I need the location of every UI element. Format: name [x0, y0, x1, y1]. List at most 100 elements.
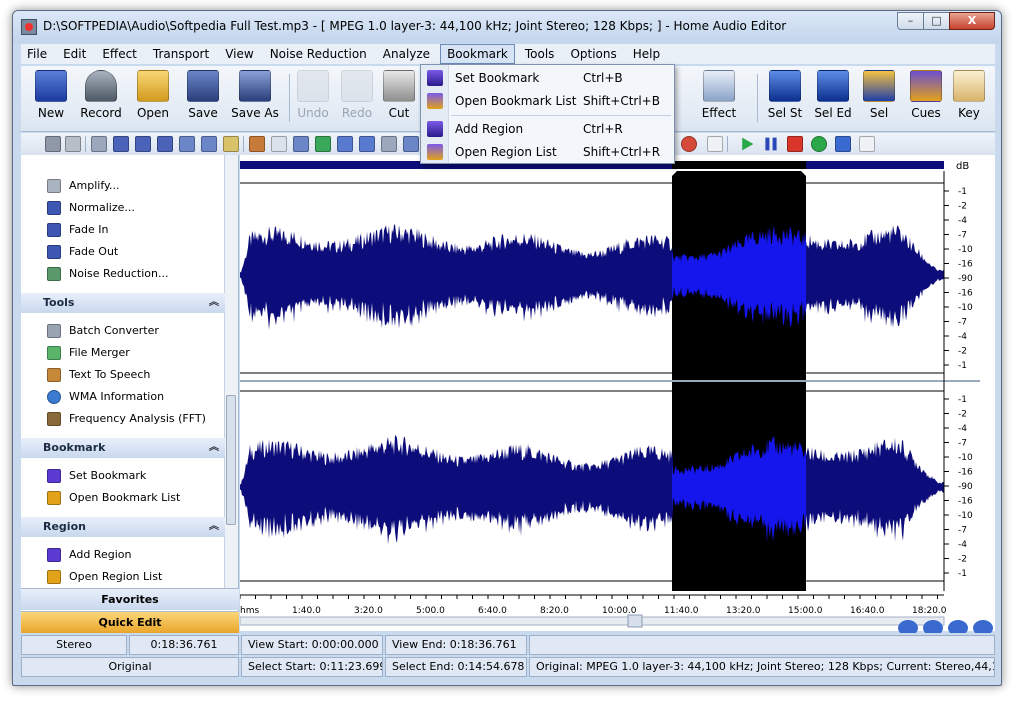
new-button[interactable]: New: [29, 68, 73, 130]
select-button[interactable]: Sel: [859, 68, 899, 130]
stopwatch-icon[interactable]: [45, 136, 61, 152]
menu-noise-reduction[interactable]: Noise Reduction: [264, 44, 373, 64]
menu-file[interactable]: File: [21, 44, 53, 64]
folder-open-icon: [137, 70, 169, 102]
play-icon[interactable]: [742, 137, 754, 151]
tools-section-header[interactable]: Tools ︽: [21, 293, 225, 313]
stack-icon[interactable]: [359, 136, 375, 152]
waveform-view[interactable]: dB -1 -2 -4 -7 -10 -16 -90 -16 -10 -7 -4 -2 -1 -1 -2-…: [240, 155, 995, 631]
time-ruler[interactable]: hms 1:40.0 3:20.0 5:00.0 6:40.0 8:20.0 10:00.0…: [240, 595, 947, 616]
collapse-chevron-icon[interactable]: ︽: [209, 438, 219, 458]
image-icon[interactable]: [293, 136, 309, 152]
menu-edit[interactable]: Edit: [57, 44, 92, 64]
maximize-button[interactable]: □: [923, 12, 950, 30]
db-scale-left: -1 -2 -4 -7 -10 -16 -90 -16 -10 -7 -4 -2 -1: [944, 187, 973, 371]
select-end-status: Select End: 0:14:54.678: [385, 657, 527, 677]
record-button[interactable]: Record: [77, 68, 125, 130]
minimize-button[interactable]: –: [897, 12, 924, 30]
region-section-header[interactable]: Region ︽: [21, 517, 225, 537]
noise-reduction-icon: [47, 267, 61, 281]
menu-view[interactable]: View: [219, 44, 259, 64]
scroll-thumb[interactable]: [226, 395, 236, 525]
transport-dropdown-icon[interactable]: [859, 136, 875, 152]
grid-icon[interactable]: [337, 136, 353, 152]
status-blank: [529, 635, 995, 655]
save-as-button[interactable]: Save As: [227, 68, 283, 130]
scroll-thumb[interactable]: [627, 614, 643, 628]
frequency-analysis-icon: [47, 412, 61, 426]
amplify-icon[interactable]: [201, 136, 217, 152]
bookmark-list-icon: [427, 93, 443, 109]
bookmark-section-header[interactable]: Bookmark ︽: [21, 438, 225, 458]
menu-options[interactable]: Options: [564, 44, 622, 64]
sel-start-button[interactable]: Sel St: [763, 68, 807, 130]
menu-open-region-list[interactable]: Open Region List Shift+Ctrl+R: [423, 141, 672, 163]
menu-transport[interactable]: Transport: [147, 44, 215, 64]
horizontal-scrollbar[interactable]: [240, 616, 945, 626]
save-button[interactable]: Save: [181, 68, 225, 130]
silence-icon[interactable]: [91, 136, 107, 152]
equalizer-icon[interactable]: [223, 136, 239, 152]
collapse-chevron-icon[interactable]: ︽: [209, 517, 219, 537]
normalize-icon[interactable]: [179, 136, 195, 152]
channel-left-waveform: [240, 224, 672, 330]
db-unit-label: dB: [956, 161, 969, 172]
key-hash-icon: [953, 70, 985, 102]
menu-bookmark[interactable]: Bookmark: [440, 44, 515, 64]
add-region-icon: [47, 548, 61, 562]
menu-effect[interactable]: Effect: [96, 44, 143, 64]
cues-button[interactable]: Cues: [905, 68, 947, 130]
status-bar: Stereo 0:18:36.761 View Start: 0:00:00.0…: [21, 633, 995, 677]
menu-set-bookmark[interactable]: Set Bookmark Ctrl+B: [423, 67, 672, 89]
open-button[interactable]: Open: [131, 68, 175, 130]
menu-help[interactable]: Help: [627, 44, 666, 64]
time-tick-label: 13:20.0: [726, 606, 761, 616]
file-merger-icon: [47, 346, 61, 360]
duration-status: 0:18:36.761: [129, 635, 239, 655]
record-dot-icon[interactable]: [681, 136, 697, 152]
menu-analyze[interactable]: Analyze: [377, 44, 436, 64]
db-tick-label: -4: [958, 332, 967, 342]
dropdown-arrow-icon[interactable]: [707, 136, 723, 152]
waveform-canvas[interactable]: dB -1-2-4-7-10-16-90-16-10-7-4-2-1 -1-2-…: [240, 155, 995, 631]
quick-edit-tab[interactable]: Quick Edit: [21, 611, 239, 633]
favorites-tab[interactable]: Favorites: [21, 588, 239, 610]
db-tick-label: -16: [958, 260, 973, 270]
fade-out-icon[interactable]: [135, 136, 151, 152]
reverse-icon[interactable]: [403, 136, 419, 152]
menu-tools[interactable]: Tools: [519, 44, 561, 64]
left-panel-scrollbar[interactable]: [224, 155, 238, 589]
db-tick-label: -10: [958, 453, 973, 463]
menu-add-region[interactable]: Add Region Ctrl+R: [423, 118, 672, 140]
select-start-status: Select Start: 0:11:23.699: [241, 657, 383, 677]
loop-icon[interactable]: [835, 136, 851, 152]
db-tick-label: -2: [958, 410, 967, 420]
fade-icon[interactable]: [113, 136, 129, 152]
time-tick-label: 5:00.0: [416, 606, 445, 616]
wave-icon[interactable]: [381, 136, 397, 152]
collapse-chevron-icon[interactable]: ︽: [209, 293, 219, 313]
fade-in-icon[interactable]: [157, 136, 173, 152]
db-tick-label: -90: [958, 274, 973, 284]
db-tick-label: -7: [958, 231, 967, 241]
tuning-icon[interactable]: [271, 136, 287, 152]
effect-button[interactable]: Effect: [693, 68, 745, 130]
time-tick-label: 16:40.0: [850, 606, 885, 616]
time-tick-label: 11:40.0: [664, 606, 699, 616]
menu-open-bookmark-list[interactable]: Open Bookmark List Shift+Ctrl+B: [423, 90, 672, 112]
time-tick-label: 1:40.0: [292, 606, 321, 616]
undo-button[interactable]: Undo: [293, 68, 333, 130]
people-icon[interactable]: [249, 136, 265, 152]
db-tick-label: -10: [958, 303, 973, 313]
chart-icon[interactable]: [315, 136, 331, 152]
key-button[interactable]: Key: [951, 68, 987, 130]
close-button[interactable]: X: [949, 12, 995, 30]
cut-button[interactable]: Cut: [381, 68, 417, 130]
db-tick-label: -1: [958, 187, 967, 197]
play-selection-icon[interactable]: [811, 136, 827, 152]
speaker-mute-icon[interactable]: [65, 136, 81, 152]
stop-icon[interactable]: [787, 136, 803, 152]
pause-icon[interactable]: [765, 137, 777, 151]
sel-end-button[interactable]: Sel Ed: [811, 68, 855, 130]
redo-button[interactable]: Redo: [337, 68, 377, 130]
